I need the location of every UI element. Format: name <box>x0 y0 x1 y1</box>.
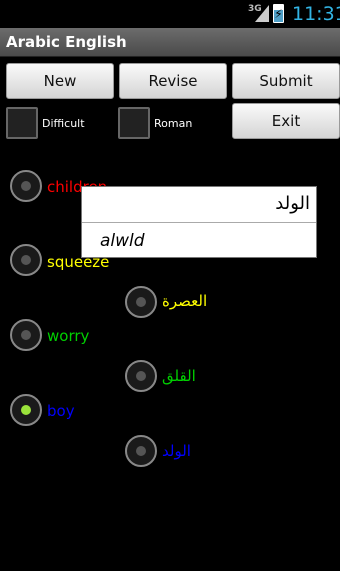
option-radio-boy[interactable] <box>10 394 42 426</box>
option-radio-squeeze[interactable] <box>10 244 42 276</box>
option-radio-children[interactable] <box>10 170 42 202</box>
popup-roman-word: alwld <box>100 231 145 251</box>
app-title: Arabic English <box>6 33 127 51</box>
option-radio-arabic-boy[interactable] <box>125 435 157 467</box>
title-bar: Arabic English <box>0 28 340 57</box>
option-label-arabic-boy: الولد <box>162 442 191 460</box>
option-label-worry: worry <box>47 327 90 345</box>
new-button[interactable]: New <box>6 63 114 99</box>
option-label-arabic-worry: القلق <box>162 367 196 385</box>
translation-popup: الولد alwld <box>81 186 317 258</box>
popup-arabic-word: الولد <box>275 193 310 214</box>
signal-icon <box>255 5 269 22</box>
exit-button[interactable]: Exit <box>232 103 340 139</box>
status-bar: 3G ⚡ 11:31 <box>0 0 340 28</box>
difficult-label: Difficult <box>42 117 85 130</box>
option-radio-arabic-worry[interactable] <box>125 360 157 392</box>
popup-divider <box>82 222 316 223</box>
difficult-checkbox[interactable] <box>6 107 38 139</box>
option-label-arabic-squeeze: العصرة <box>162 292 208 310</box>
charging-icon: ⚡ <box>274 7 283 21</box>
submit-button[interactable]: Submit <box>232 63 340 99</box>
option-radio-worry[interactable] <box>10 319 42 351</box>
status-time: 11:31 <box>292 3 340 25</box>
roman-checkbox[interactable] <box>118 107 150 139</box>
option-label-boy: boy <box>47 402 75 420</box>
roman-label: Roman <box>154 117 193 130</box>
revise-button[interactable]: Revise <box>119 63 227 99</box>
option-radio-arabic-squeeze[interactable] <box>125 286 157 318</box>
